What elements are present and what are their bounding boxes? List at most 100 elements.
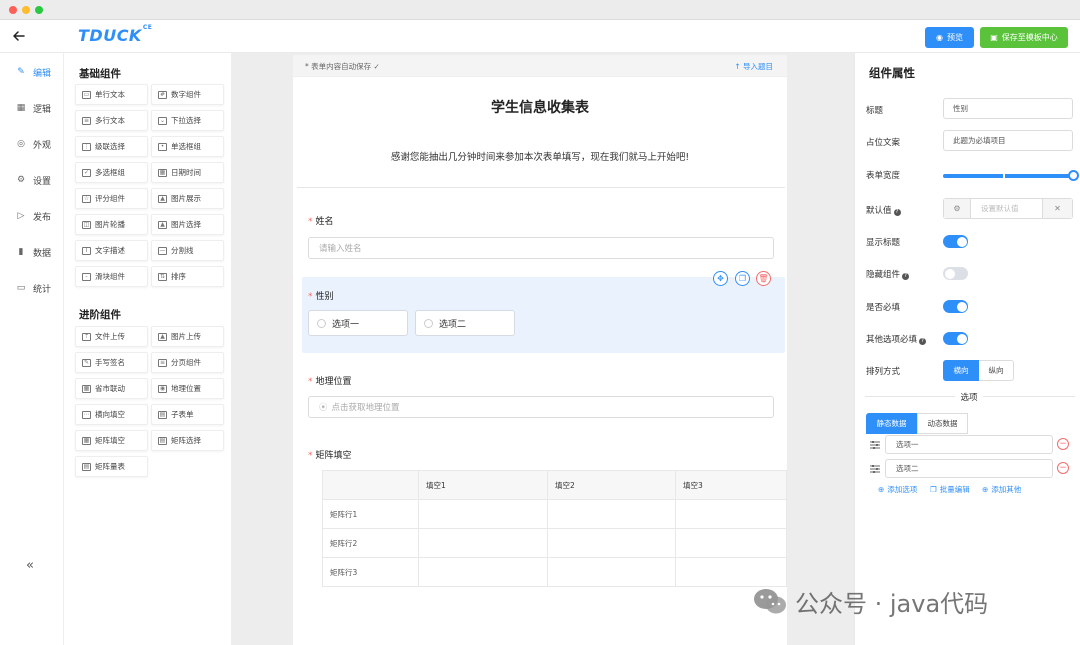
- add-option-link[interactable]: ⊕ 添加选项: [878, 484, 917, 495]
- component-advanced-0[interactable]: ⇡ 文件上传: [75, 326, 148, 347]
- matrix-cell-input[interactable]: [418, 499, 548, 529]
- import-questions-link[interactable]: ↑ 导入题目: [734, 61, 773, 72]
- component-basic-14[interactable]: - 滑块组件: [75, 266, 148, 287]
- gender-field-selected[interactable]: * 性别 选项一 选项二: [302, 277, 785, 353]
- component-label: 手写签名: [95, 358, 125, 367]
- window-maximize-button[interactable]: [35, 6, 43, 14]
- name-field[interactable]: * 姓名 请输入姓名: [302, 203, 785, 268]
- component-basic-13[interactable]: — 分割线: [151, 240, 224, 261]
- name-input-placeholder: 请输入姓名: [319, 244, 362, 254]
- component-advanced-1[interactable]: ▲ 图片上传: [151, 326, 224, 347]
- matrix-cell-input[interactable]: [418, 557, 548, 587]
- component-advanced-3[interactable]: ≡ 分页组件: [151, 352, 224, 373]
- preview-button[interactable]: ◉ 预览: [925, 27, 974, 48]
- delete-icon[interactable]: 🗑: [756, 271, 771, 286]
- option-input-1[interactable]: 选项一: [885, 435, 1053, 454]
- batch-edit-link[interactable]: ❐ 批量编辑: [930, 484, 970, 495]
- matrix-cell-input[interactable]: [547, 528, 676, 558]
- move-icon[interactable]: ✥: [713, 271, 728, 286]
- component-basic-11[interactable]: ▲ 图片选择: [151, 214, 224, 235]
- width-slider-track[interactable]: [943, 174, 1072, 178]
- matrix-cell-input[interactable]: [675, 499, 787, 529]
- matrix-column-header: 填空2: [547, 470, 676, 500]
- matrix-cell-input[interactable]: [675, 528, 787, 558]
- option-input-2[interactable]: 选项二: [885, 459, 1053, 478]
- title-input[interactable]: 性别: [943, 98, 1073, 119]
- clear-icon[interactable]: ✕: [1042, 199, 1072, 218]
- form-description[interactable]: 感谢您能抽出几分钟时间来参加本次表单填写，现在我们就马上开始吧!: [293, 149, 787, 163]
- width-slider-handle[interactable]: [1068, 170, 1079, 181]
- nav-item-statistics[interactable]: ▭ 统计: [16, 280, 51, 296]
- arrange-horizontal-button[interactable]: 横向: [943, 360, 979, 381]
- component-label: 多选框组: [95, 168, 125, 177]
- back-arrow-icon[interactable]: [11, 28, 27, 44]
- save-to-template-button[interactable]: ▣ 保存至模板中心: [980, 27, 1068, 48]
- component-basic-8[interactable]: ☆ 评分组件: [75, 188, 148, 209]
- hidden-switch[interactable]: [943, 267, 968, 280]
- component-advanced-8[interactable]: ▦ 矩阵填空: [75, 430, 148, 451]
- component-basic-0[interactable]: ▭ 单行文本: [75, 84, 148, 105]
- nav-item-appearance[interactable]: ◎ 外观: [16, 136, 51, 152]
- add-other-link[interactable]: ⊕ 添加其他: [982, 484, 1021, 495]
- remove-option-icon[interactable]: −: [1057, 438, 1069, 450]
- default-value-input[interactable]: ⚙ 设置默认值 ✕: [943, 198, 1073, 219]
- required-switch[interactable]: [943, 300, 968, 313]
- single-line-icon: ▭: [82, 90, 91, 99]
- gender-field-label: * 性别: [308, 289, 334, 302]
- nav-item-logic[interactable]: ▦ 逻辑: [16, 100, 51, 116]
- gender-option-1[interactable]: 选项一: [308, 310, 408, 336]
- component-basic-15[interactable]: ⇅ 排序: [151, 266, 224, 287]
- tab-static-data[interactable]: 静态数据: [866, 413, 917, 434]
- matrix-cell-input[interactable]: [547, 499, 676, 529]
- component-advanced-7[interactable]: ▤ 子表单: [151, 404, 224, 425]
- matrix-cell-input[interactable]: [547, 557, 676, 587]
- matrix-cell-input[interactable]: [418, 528, 548, 558]
- location-input[interactable]: ⦿ 点击获取地理位置: [308, 396, 774, 418]
- window-close-button[interactable]: [9, 6, 17, 14]
- component-basic-1[interactable]: # 数字组件: [151, 84, 224, 105]
- gear-icon[interactable]: ⚙: [944, 199, 971, 218]
- tab-dynamic-data[interactable]: 动态数据: [917, 413, 968, 434]
- component-basic-5[interactable]: • 单选框组: [151, 136, 224, 157]
- remove-option-icon[interactable]: −: [1057, 462, 1069, 474]
- window-minimize-button[interactable]: [22, 6, 30, 14]
- component-advanced-9[interactable]: ▤ 矩阵选择: [151, 430, 224, 451]
- location-field[interactable]: * 地理位置 ⦿ 点击获取地理位置: [302, 362, 785, 426]
- component-basic-2[interactable]: ≡ 多行文本: [75, 110, 148, 131]
- component-advanced-6[interactable]: ⋯ 横向填空: [75, 404, 148, 425]
- matrix-field[interactable]: * 矩阵填空 填空1 填空2 填空3 矩阵行1 矩阵行2 矩阵行3: [302, 436, 787, 591]
- component-basic-4[interactable]: ⋮ 级联选择: [75, 136, 148, 157]
- location-field-label: * 地理位置: [308, 374, 352, 387]
- required-asterisk: *: [308, 217, 313, 227]
- component-advanced-10[interactable]: ▤ 矩阵量表: [75, 456, 148, 477]
- show-title-switch[interactable]: [943, 235, 968, 248]
- component-basic-9[interactable]: ▲ 图片展示: [151, 188, 224, 209]
- arrange-vertical-button[interactable]: 纵向: [979, 360, 1014, 381]
- options-heading: 选项: [960, 393, 978, 403]
- component-basic-3[interactable]: ⌄ 下拉选择: [151, 110, 224, 131]
- copy-icon[interactable]: ❐: [735, 271, 750, 286]
- component-advanced-4[interactable]: ▦ 省市联动: [75, 378, 148, 399]
- component-advanced-5[interactable]: ◉ 地理位置: [151, 378, 224, 399]
- gender-field-label-text: 性别: [315, 292, 334, 302]
- nav-item-data[interactable]: ▮ 数据: [16, 244, 52, 260]
- matrix-cell-input[interactable]: [675, 557, 787, 587]
- component-basic-10[interactable]: ◫ 图片轮播: [75, 214, 148, 235]
- nav-item-edit[interactable]: ✎ 编辑: [16, 64, 51, 80]
- nav-item-publish[interactable]: ▷ 发布: [16, 208, 51, 224]
- component-advanced-2[interactable]: ✎ 手写签名: [75, 352, 148, 373]
- nav-item-settings[interactable]: ⚙ 设置: [16, 172, 51, 188]
- drag-handle-icon[interactable]: [869, 464, 881, 474]
- eye-icon: ◎: [17, 139, 25, 149]
- drag-handle-icon[interactable]: [869, 440, 881, 450]
- name-input[interactable]: 请输入姓名: [308, 237, 774, 259]
- component-basic-12[interactable]: T 文字描述: [75, 240, 148, 261]
- collapse-sidebar-icon[interactable]: «: [26, 558, 34, 573]
- other-required-switch[interactable]: [943, 332, 968, 345]
- gender-option-2[interactable]: 选项二: [415, 310, 515, 336]
- component-basic-7[interactable]: ▦ 日期时间: [151, 162, 224, 183]
- form-title[interactable]: 学生信息收集表: [293, 97, 787, 117]
- component-basic-6[interactable]: ✓ 多选框组: [75, 162, 148, 183]
- radio-circle-icon: [317, 318, 326, 328]
- placeholder-input[interactable]: 此题为必填项目: [943, 130, 1073, 151]
